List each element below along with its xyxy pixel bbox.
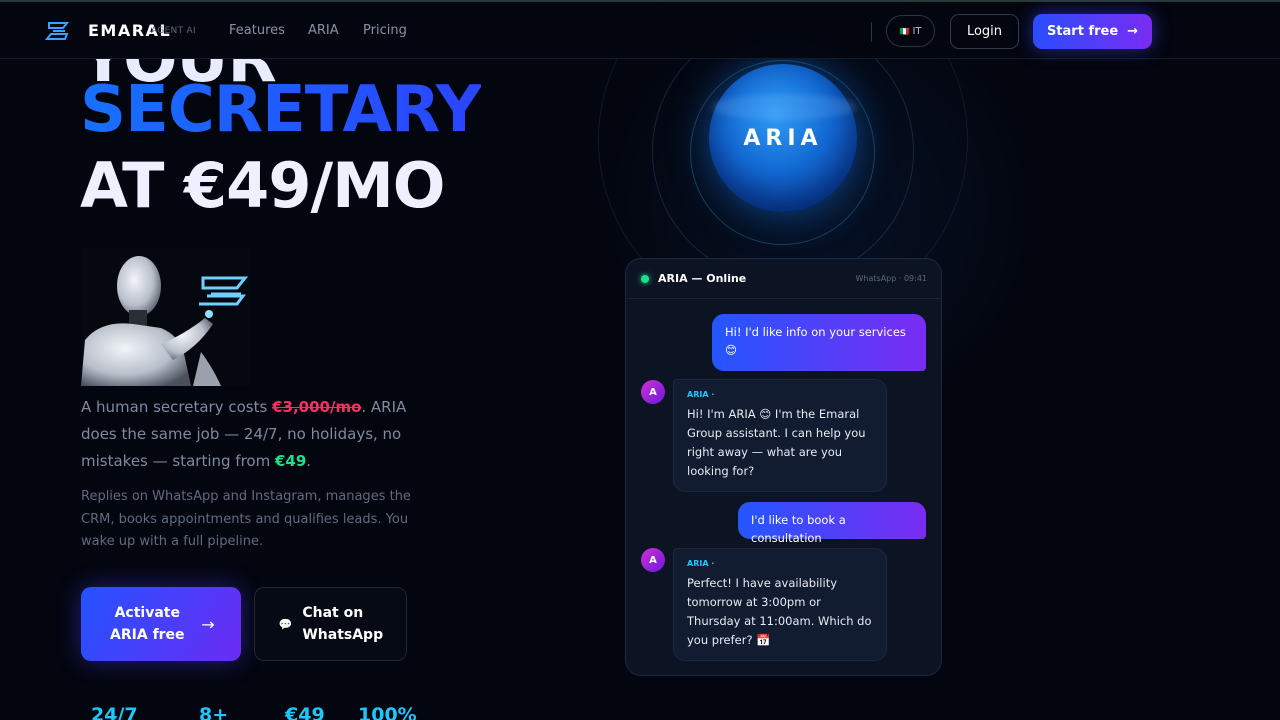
- hero-heading-line-1: SECRETARY: [80, 73, 482, 147]
- bot-name: ARIA ·: [687, 559, 715, 568]
- emaral-logo-icon[interactable]: [45, 20, 69, 42]
- orb-highlight: [712, 94, 857, 120]
- nav-divider: [871, 22, 872, 42]
- status-dot-icon: [641, 275, 649, 283]
- start-free-label: Start free: [1046, 24, 1119, 39]
- chat-header: ARIA — Online WhatsApp · 09:41: [626, 259, 941, 299]
- nav-link-pricing[interactable]: Pricing: [363, 23, 407, 38]
- stat-percent: 100%: [358, 704, 417, 720]
- italy-flag-icon: 🇮🇹: [899, 26, 910, 36]
- stat-availability: 24/7: [91, 704, 138, 720]
- bot-message-text: Perfect! I have availability tomorrow at…: [687, 576, 872, 647]
- aria-orb: ARIA: [709, 64, 857, 212]
- aria-avatar: A: [641, 548, 665, 572]
- chat-bubble-icon: 💬: [278, 617, 293, 631]
- chat-whatsapp-label: Chat on WhatsApp: [302, 605, 384, 643]
- stat-price: €49: [285, 704, 325, 720]
- lead-text-start: A human secretary costs: [81, 398, 273, 416]
- bot-message-text: Hi! I'm ARIA 😊 I'm the Emaral Group assi…: [687, 407, 866, 478]
- aria-price: €49: [274, 452, 307, 470]
- language-switch-button[interactable]: 🇮🇹 IT: [886, 15, 935, 47]
- top-navbar: EMARAL AGENT AI Features ARIA Pricing 🇮🇹…: [0, 0, 1280, 59]
- lead-text-end: .: [306, 452, 312, 470]
- activate-aria-label: Activate ARIA free: [110, 605, 185, 643]
- chat-whatsapp-button[interactable]: 💬 Chat on WhatsApp: [254, 587, 407, 661]
- aria-avatar: A: [641, 380, 665, 404]
- human-secretary-price: €3,000/mo: [272, 398, 362, 416]
- hero-heading-line-2: AT €49/MO: [80, 149, 446, 222]
- arrow-right-icon: →: [1127, 24, 1139, 39]
- arrow-right-icon: →: [201, 614, 215, 634]
- user-message: Hi! I'd like info on your services 😊: [712, 314, 926, 371]
- chat-title: ARIA — Online: [658, 272, 747, 285]
- bot-message: ARIA · Hi! I'm ARIA 😊 I'm the Emaral Gro…: [673, 379, 887, 492]
- language-label: IT: [912, 25, 922, 37]
- bot-message: ARIA · Perfect! I have availability tomo…: [673, 548, 887, 661]
- nav-link-aria[interactable]: ARIA: [308, 23, 339, 38]
- nav-link-features[interactable]: Features: [229, 23, 285, 38]
- bot-name: ARIA ·: [687, 390, 715, 399]
- chat-meta: WhatsApp · 09:41: [855, 274, 928, 283]
- robot-illustration: [81, 248, 251, 386]
- stat-channels: 8+: [199, 704, 229, 720]
- hero-lead-paragraph: A human secretary costs €3,000/mo. ARIA …: [81, 394, 421, 475]
- login-button[interactable]: Login: [950, 14, 1019, 49]
- brand-subtitle: AGENT AI: [151, 26, 196, 36]
- hero-sub-paragraph: Replies on WhatsApp and Instagram, manag…: [81, 489, 411, 549]
- user-message: I'd like to book a consultation: [738, 502, 926, 545]
- orb-label: ARIA: [743, 125, 823, 151]
- start-free-button[interactable]: Start free →: [1033, 14, 1152, 49]
- activate-aria-button[interactable]: Activate ARIA free →: [81, 587, 241, 661]
- chat-preview-card: ARIA — Online WhatsApp · 09:41 Hi! I'd l…: [625, 258, 942, 676]
